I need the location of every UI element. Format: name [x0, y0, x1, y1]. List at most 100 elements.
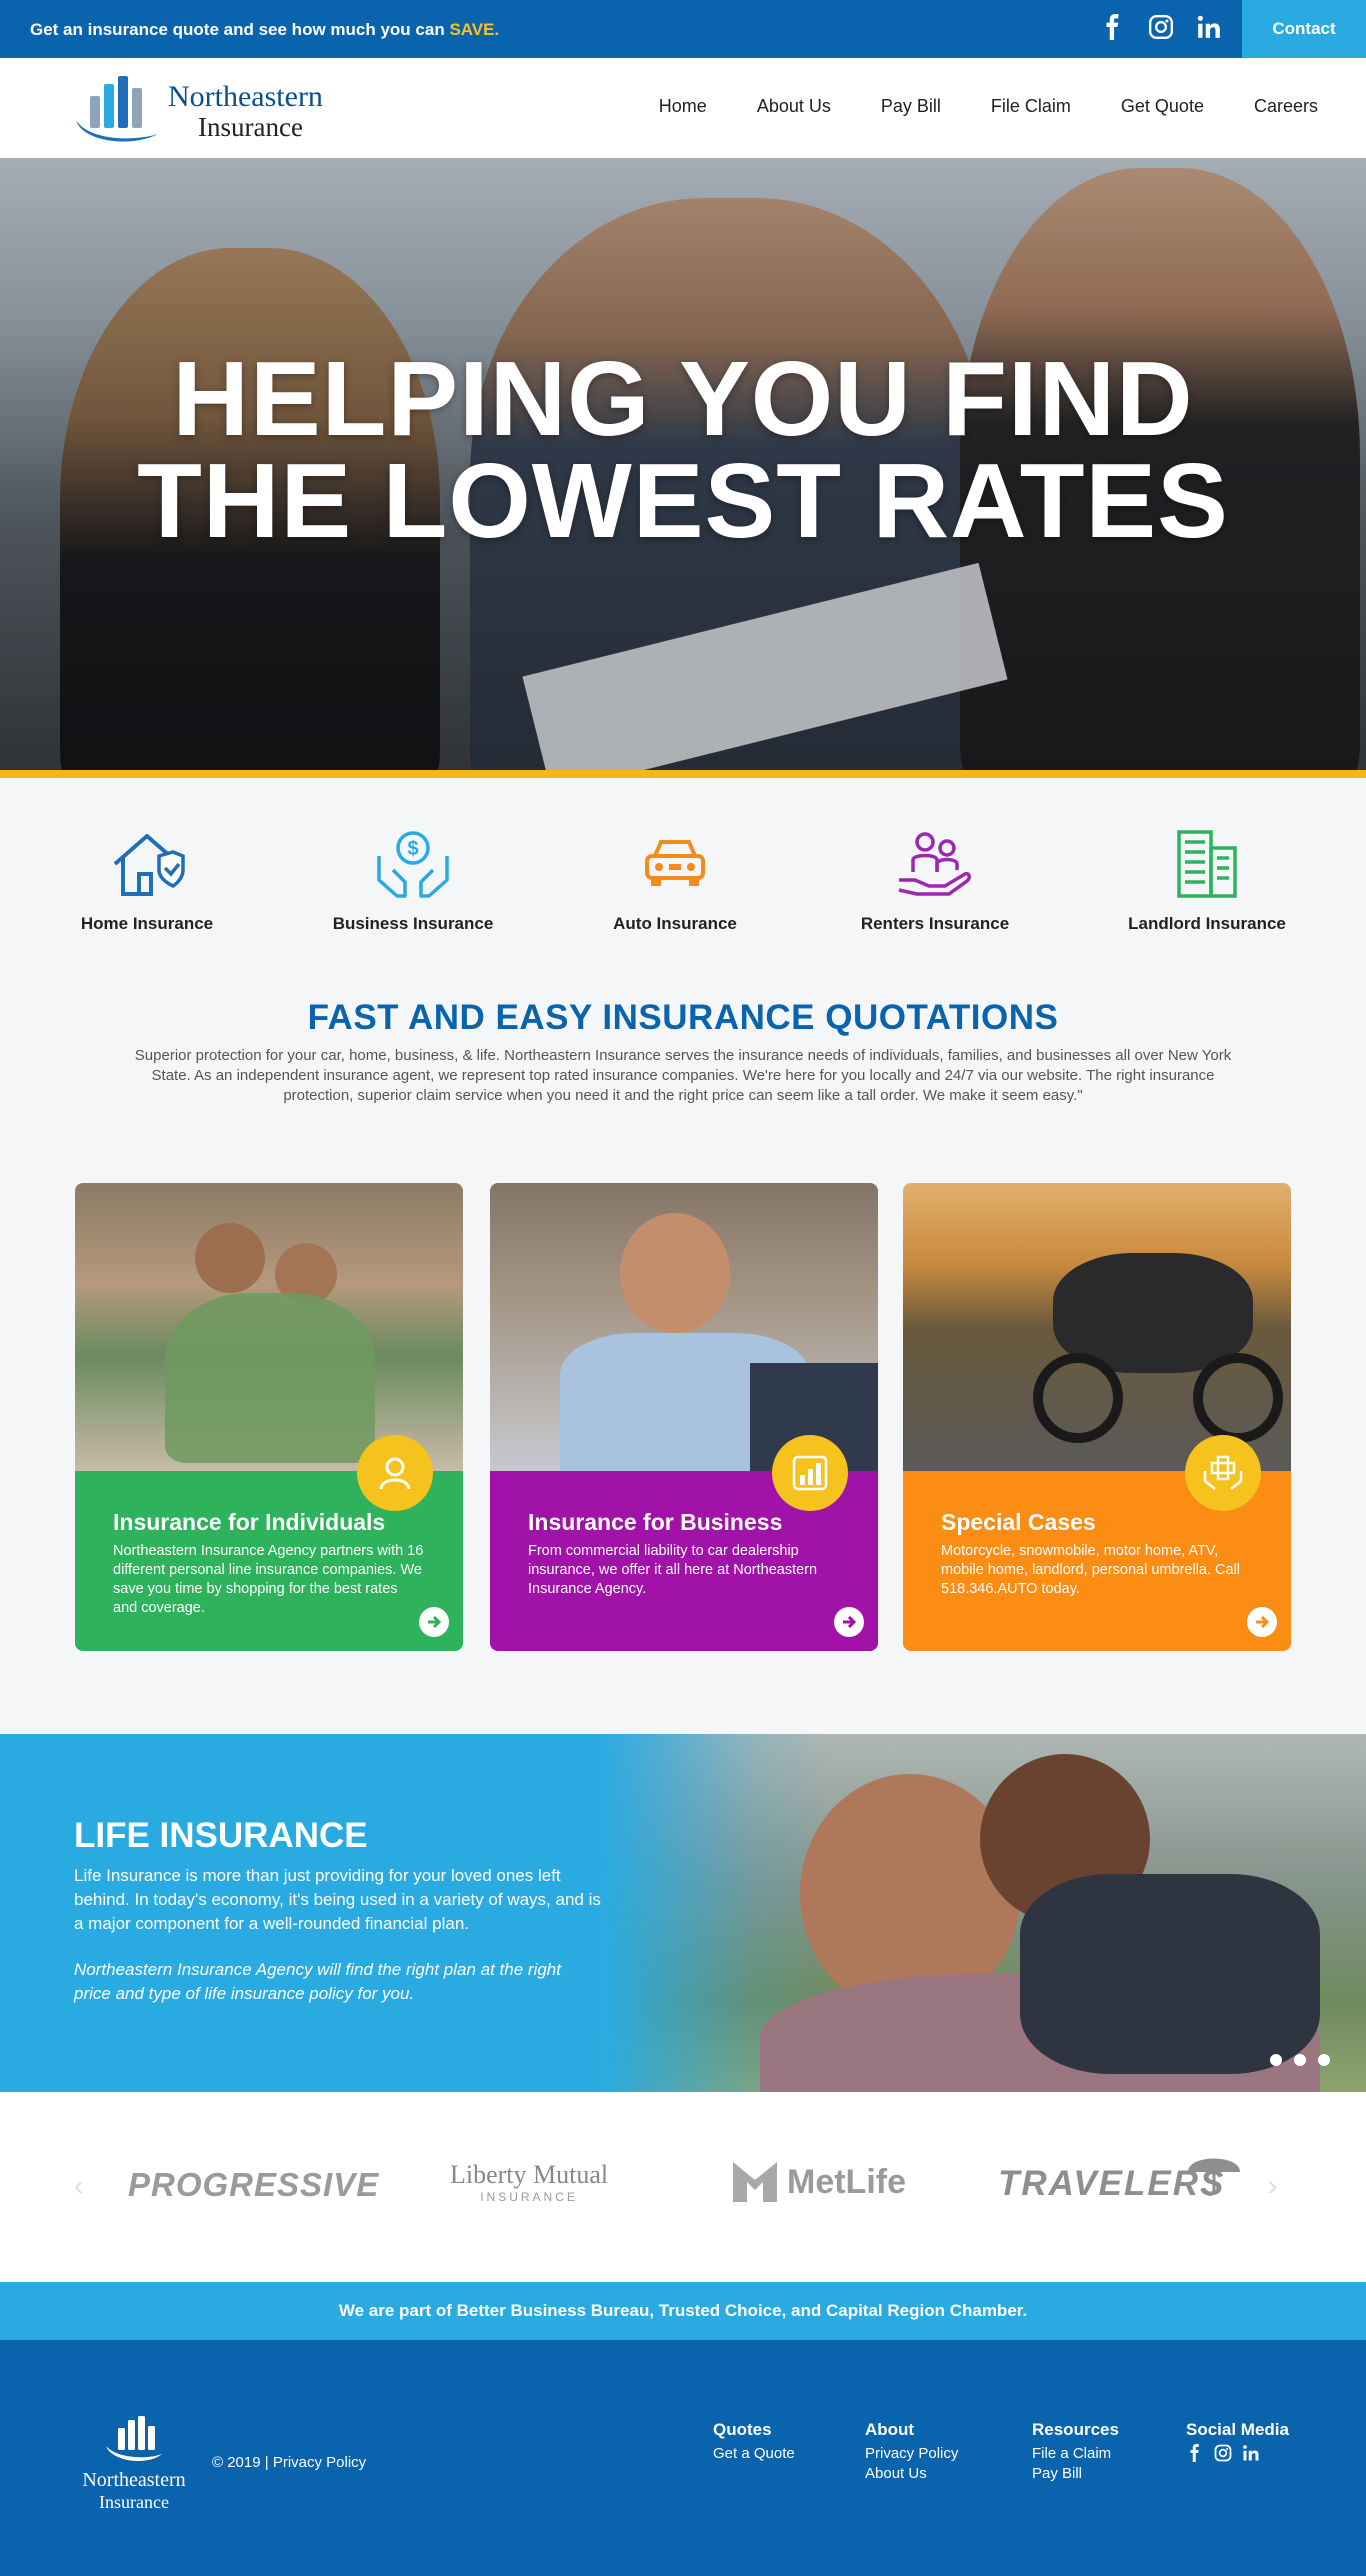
card-title: Insurance for Individuals	[113, 1509, 386, 1535]
nav-get-quote[interactable]: Get Quote	[1121, 96, 1204, 117]
slider-dot[interactable]	[1270, 2054, 1282, 2066]
motorcycle-photo	[903, 1183, 1291, 1471]
handshake-photo	[490, 1183, 878, 1473]
arrow-right-icon[interactable]	[419, 1607, 449, 1637]
site-footer: Northeastern Insurance © 2019 | Privacy …	[0, 2340, 1366, 2576]
card-title: Insurance for Business	[528, 1509, 783, 1535]
life-insurance-text: Life Insurance is more than just providi…	[74, 1866, 601, 1933]
footer-col-resources: Resources File a Claim Pay Bill	[1032, 2420, 1119, 2484]
metlife-mark-icon	[733, 2162, 777, 2202]
nav-pay-bill[interactable]: Pay Bill	[881, 96, 941, 117]
category-label: Renters Insurance	[860, 914, 1010, 933]
card-special-cases[interactable]: Special Cases Motorcycle, snowmobile, mo…	[903, 1183, 1291, 1651]
linkedin-icon[interactable]	[1242, 2444, 1260, 2462]
family-photo	[75, 1183, 463, 1471]
partner-liberty-mutual-sub: INSURANCE	[480, 2190, 578, 2204]
hero-banner: HELPING YOU FIND THE LOWEST RATES	[0, 158, 1366, 770]
nav-file-claim[interactable]: File Claim	[991, 96, 1071, 117]
life-insurance-tagline: Northeastern Insurance Agency will find …	[74, 1960, 561, 2003]
facebook-icon[interactable]	[1186, 2444, 1204, 2462]
instagram-icon[interactable]	[1148, 14, 1174, 40]
contact-button[interactable]: Contact	[1242, 0, 1366, 58]
nav-home[interactable]: Home	[659, 96, 707, 117]
chevron-left-icon[interactable]: ‹	[74, 2170, 83, 2202]
arrow-right-icon[interactable]	[834, 1607, 864, 1637]
life-insurance-slider: LIFE INSURANCE Life Insurance is more th…	[0, 1734, 1366, 2092]
house-shield-icon	[107, 826, 187, 902]
slider-dots	[1270, 2054, 1330, 2066]
nav-about-us[interactable]: About Us	[757, 96, 831, 117]
footer-link-file-claim[interactable]: File a Claim	[1032, 2444, 1119, 2464]
linkedin-icon[interactable]	[1196, 14, 1222, 40]
facebook-icon[interactable]	[1100, 14, 1126, 40]
footer-copyright[interactable]: © 2019 | Privacy Policy	[212, 2454, 366, 2471]
category-label: Business Insurance	[332, 914, 494, 933]
card-title: Special Cases	[941, 1509, 1096, 1535]
footer-col-title: Resources	[1032, 2420, 1119, 2439]
services-section: Home Insurance $ Business Insurance Auto…	[0, 778, 1366, 1740]
brand-name-line1: Northeastern	[168, 80, 323, 113]
card-text: Motorcycle, snowmobile, motor home, ATV,…	[941, 1543, 1241, 1597]
chevron-right-icon[interactable]: ›	[1268, 2170, 1277, 2202]
site-logo[interactable]: Northeastern Insurance	[72, 70, 362, 148]
hands-plus-badge-icon	[1185, 1435, 1261, 1511]
partner-liberty-mutual-name: Liberty Mutual	[450, 2160, 609, 2189]
footer-link-about-us[interactable]: About Us	[865, 2464, 958, 2484]
instagram-icon[interactable]	[1214, 2444, 1232, 2462]
category-renters-insurance[interactable]: Renters Insurance	[835, 826, 1035, 934]
footer-logo-mark-icon	[106, 2416, 162, 2461]
category-label: Landlord Insurance	[1128, 914, 1286, 933]
building-icon	[1167, 826, 1247, 902]
category-business-insurance[interactable]: $ Business Insurance	[313, 826, 513, 934]
main-nav: Home About Us Pay Bill File Claim Get Qu…	[609, 96, 1318, 117]
quotations-text: Superior protection for your car, home, …	[134, 1047, 1232, 1104]
hero-headline-line2: THE LOWEST RATES	[137, 442, 1229, 560]
promo-message: Get an insurance quote and see how much …	[30, 20, 445, 39]
footer-col-title: About	[865, 2420, 915, 2439]
promo-highlight: SAVE.	[449, 20, 500, 39]
hands-dollar-icon: $	[373, 826, 453, 902]
site-header: Northeastern Insurance Home About Us Pay…	[0, 58, 1366, 158]
hero-headline-line1: HELPING YOU FIND	[172, 340, 1194, 458]
category-home-insurance[interactable]: Home Insurance	[47, 826, 247, 934]
mother-child-photo	[600, 1734, 1366, 2092]
person-badge-icon	[357, 1435, 433, 1511]
footer-col-social: Social Media	[1186, 2420, 1289, 2462]
hero-divider	[0, 770, 1366, 778]
svg-text:$: $	[407, 838, 418, 860]
partner-metlife: MetLife	[733, 2162, 906, 2202]
footer-col-title: Quotes	[713, 2420, 772, 2439]
slider-dot[interactable]	[1294, 2054, 1306, 2066]
partner-progressive: PROGRESSIVE	[128, 2166, 380, 2203]
footer-col-title: Social Media	[1186, 2420, 1289, 2439]
category-auto-insurance[interactable]: Auto Insurance	[575, 826, 775, 934]
promo-text: Get an insurance quote and see how much …	[30, 20, 499, 40]
partner-liberty-mutual: Liberty Mutual INSURANCE	[450, 2160, 608, 2204]
card-text: Northeastern Insurance Agency partners w…	[113, 1543, 424, 1616]
card-individuals[interactable]: Insurance for Individuals Northeastern I…	[75, 1183, 463, 1651]
card-business[interactable]: Insurance for Business From commercial l…	[490, 1183, 878, 1651]
category-landlord-insurance[interactable]: Landlord Insurance	[1107, 826, 1307, 934]
footer-brand-line2: Insurance	[99, 2492, 169, 2512]
partner-metlife-name: MetLife	[787, 2162, 906, 2201]
footer-brand-line1: Northeastern	[82, 2469, 186, 2491]
social-links	[1100, 14, 1222, 40]
footer-link-privacy-policy[interactable]: Privacy Policy	[865, 2444, 958, 2464]
top-bar: Get an insurance quote and see how much …	[0, 0, 1366, 58]
life-insurance-title: LIFE INSURANCE	[74, 1816, 368, 1855]
slider-dot[interactable]	[1318, 2054, 1330, 2066]
footer-social-icons	[1186, 2444, 1289, 2462]
nav-careers[interactable]: Careers	[1254, 96, 1318, 117]
partners-carousel: ‹ PROGRESSIVE Liberty Mutual INSURANCE M…	[0, 2092, 1366, 2282]
footer-link-get-quote[interactable]: Get a Quote	[713, 2444, 795, 2464]
umbrella-icon	[1188, 2158, 1240, 2196]
family-hand-icon	[895, 826, 975, 902]
brand-name-line2: Insurance	[198, 112, 303, 142]
category-label: Home Insurance	[80, 914, 214, 933]
logo-mark-icon	[76, 76, 158, 142]
footer-logo[interactable]: Northeastern Insurance	[74, 2414, 194, 2513]
footer-col-about: About Privacy Policy About Us	[865, 2420, 958, 2484]
arrow-right-icon[interactable]	[1247, 1607, 1277, 1637]
footer-link-pay-bill[interactable]: Pay Bill	[1032, 2464, 1119, 2484]
quotations-title: FAST AND EASY INSURANCE QUOTATIONS	[307, 998, 1059, 1037]
